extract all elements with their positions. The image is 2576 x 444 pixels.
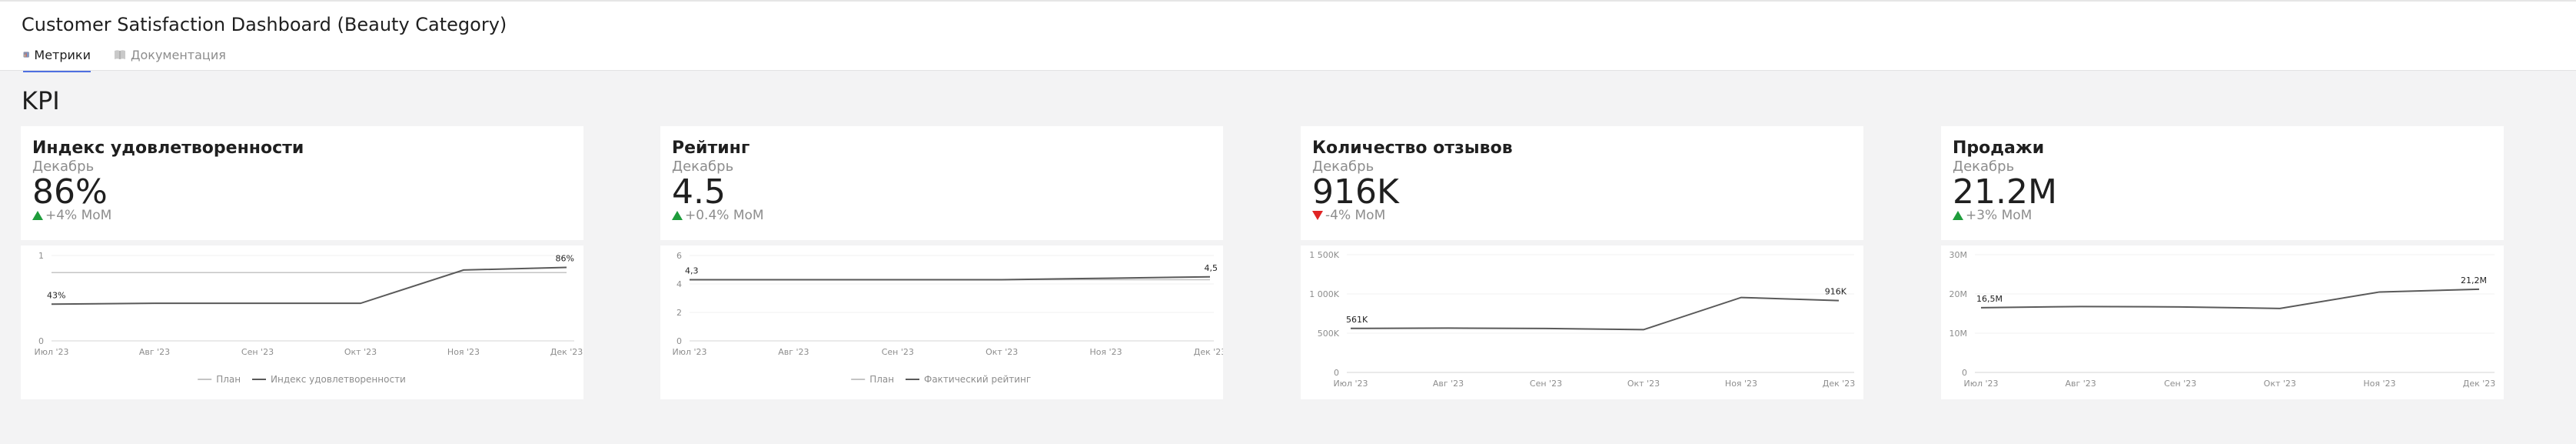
chart-icon [23,52,29,58]
tab-documentation[interactable]: Документация [114,48,226,72]
kpi-value: 86% [32,172,108,212]
y-tick-label: 0 [1334,368,1339,378]
x-tick-label: Окт '23 [344,347,377,357]
kpi-value: 916K [1312,172,1399,212]
kpi-change-text: +4% MoM [45,208,112,223]
y-tick-label: 0 [38,336,44,346]
x-tick-label: Ноя '23 [1090,347,1122,357]
y-tick-label: 10M [1949,329,1968,339]
data-label: 21,2M [2461,275,2487,285]
legend-item: План [851,374,894,385]
kpi-change: +3% MoM [1953,208,2032,223]
y-tick-label: 500K [1318,329,1340,339]
tab-documentation-label: Документация [131,48,226,62]
y-tick-label: 1 500K [1309,250,1339,260]
x-tick-label: Ноя '23 [1725,379,1757,389]
line-chart-reviews: 0 500K 1 000K 1 500K Июл '23 Авг '23 Сен '23 Ок… [1309,250,1856,389]
y-tick-label: 1 [38,251,44,261]
data-label: 916K [1825,287,1847,297]
y-tick-label: 30M [1949,250,1968,260]
data-label: 4,5 [1205,263,1218,273]
tab-metrics[interactable]: Метрики [23,48,91,72]
x-tick-label: Окт '23 [1627,379,1660,389]
kpi-value: 21.2M [1953,172,2057,212]
x-tick-label: Ноя '23 [447,347,480,357]
y-tick-label: 4 [676,279,682,289]
y-tick-label: 6 [676,251,682,261]
kpi-change: +0.4% MoM [672,208,764,223]
x-tick-label: Сен '23 [2164,379,2196,389]
data-label: 561K [1346,315,1368,325]
kpi-change-text: +0.4% MoM [685,208,764,223]
x-tick-label: Июл '23 [672,347,706,357]
x-tick-label: Июл '23 [34,347,68,357]
chart-card-sales: 0 10M 20M 30M Июл '23 Авг '23 Сен '23 Окт '23 Но… [1941,245,2504,399]
x-tick-label: Дек '23 [1194,347,1223,357]
kpi-card-sales: Продажи Декабрь 21.2M +3% MoM [1941,126,2504,240]
kpi-card-reviews: Количество отзывов Декабрь 916K -4% MoM [1301,126,1863,240]
x-tick-label: Сен '23 [882,347,914,357]
x-tick-label: Дек '23 [2463,379,2496,389]
y-tick-label: 20M [1949,289,1968,299]
line-chart-satisfaction: 0 1 Июл '23 Авг '23 Сен '23 Окт '23 Ноя '23 Дек… [34,251,583,385]
kpi-name: Рейтинг [672,139,750,158]
chart-card-reviews: 0 500K 1 000K 1 500K Июл '23 Авг '23 Сен '23 Ок… [1301,245,1863,399]
x-tick-label: Ноя '23 [2363,379,2395,389]
data-label: 4,3 [685,265,699,275]
trend-up-icon [1953,211,1963,220]
x-tick-label: Авг '23 [2065,379,2096,389]
book-icon [115,50,125,59]
data-label: 16,5M [1976,294,2003,304]
y-tick-label: 0 [676,336,682,346]
y-tick-label: 2 [676,308,682,318]
x-tick-label: Июл '23 [1963,379,1998,389]
chart-card-satisfaction: 0 1 Июл '23 Авг '23 Сен '23 Окт '23 Ноя '23 Дек… [21,245,583,399]
line-chart-sales: 0 10M 20M 30M Июл '23 Авг '23 Сен '23 Окт '23 Но… [1949,250,2496,389]
legend-label: План [869,374,894,385]
page-title: Customer Satisfaction Dashboard (Beauty … [22,14,507,35]
y-tick-label: 1 000K [1309,289,1339,299]
x-tick-label: Июл '23 [1333,379,1368,389]
kpi-card-satisfaction: Индекс удовлетворенности Декабрь 86% +4%… [21,126,583,240]
x-tick-label: Дек '23 [550,347,583,357]
kpi-name: Индекс удовлетворенности [32,139,304,158]
legend-label: План [216,374,241,385]
x-tick-label: Сен '23 [1530,379,1562,389]
y-tick-label: 0 [1962,368,1967,378]
x-tick-label: Дек '23 [1823,379,1856,389]
kpi-name: Количество отзывов [1312,139,1513,158]
trend-down-icon [1312,211,1323,220]
x-tick-label: Авг '23 [778,347,809,357]
kpi-change: +4% MoM [32,208,111,223]
data-label: 86% [556,254,574,264]
data-label: 43% [47,290,65,300]
chart-card-rating: 0 2 4 6 Июл '23 Авг '23 Сен '23 Окт '23 Ноя '23 Д… [660,245,1223,399]
line-chart-rating: 0 2 4 6 Июл '23 Авг '23 Сен '23 Окт '23 Ноя '23 Д… [672,251,1223,385]
x-tick-label: Окт '23 [986,347,1018,357]
kpi-change: -4% MoM [1312,208,1385,223]
legend-label: Фактический рейтинг [924,374,1031,385]
kpi-value: 4.5 [672,172,726,212]
legend-label: Индекс удовлетворенности [271,374,406,385]
dashboard-header: Customer Satisfaction Dashboard (Beauty … [0,0,2576,72]
x-tick-label: Сен '23 [241,347,274,357]
legend-item: План [198,374,241,385]
kpi-card-rating: Рейтинг Декабрь 4.5 +0.4% MoM [660,126,1223,240]
kpi-change-text: -4% MoM [1325,208,1386,223]
kpi-change-text: +3% MoM [1966,208,2033,223]
x-tick-label: Авг '23 [1433,379,1464,389]
series-line [1350,296,1840,331]
trend-up-icon [672,211,683,220]
legend-item: Фактический рейтинг [906,374,1031,385]
x-tick-label: Окт '23 [2264,379,2296,389]
series-line [1980,288,2480,309]
x-tick-label: Авг '23 [139,347,170,357]
trend-up-icon [32,211,43,220]
tab-metrics-label: Метрики [34,48,91,62]
legend-item: Индекс удовлетворенности [252,374,406,385]
kpi-name: Продажи [1953,139,2045,158]
section-title: KPI [22,86,60,115]
